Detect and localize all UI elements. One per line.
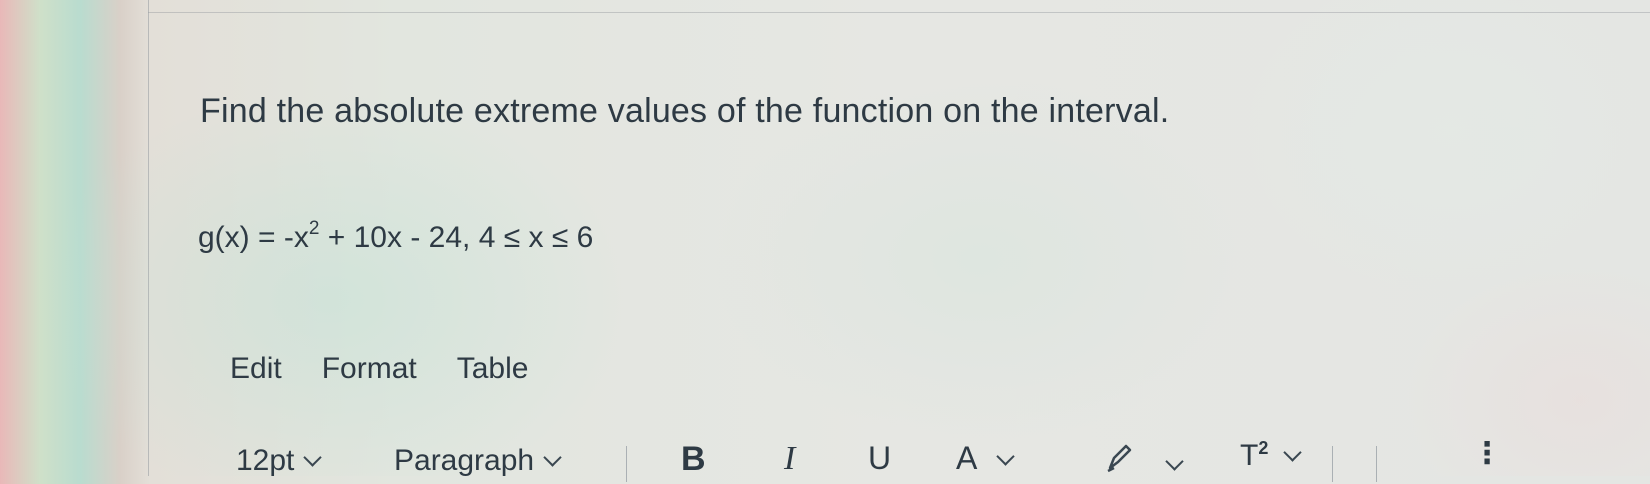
highlight-color-dropdown[interactable] [1104, 438, 1184, 482]
toolbar-divider [1332, 446, 1333, 482]
font-size-dropdown[interactable]: 12pt [236, 444, 323, 478]
chevron-down-icon [996, 447, 1016, 466]
editor-menubar: Edit Format Table [230, 352, 568, 386]
menu-edit[interactable]: Edit [230, 352, 282, 386]
chevron-down-icon [1283, 443, 1303, 462]
chevron-down-icon [1165, 452, 1184, 471]
menu-format[interactable]: Format [322, 352, 417, 386]
text-color-icon: A [956, 440, 978, 476]
superscript-icon-exp: 2 [1258, 438, 1269, 458]
text-color-dropdown[interactable]: A [956, 440, 1016, 477]
question-prompt: Find the absolute extreme values of the … [200, 92, 1170, 130]
toolbar-divider [626, 446, 627, 482]
block-format-dropdown[interactable]: Paragraph [394, 444, 562, 478]
formula-exponent: 2 [308, 218, 320, 239]
question-formula: g(x) = -x2 + 10x - 24, 4 ≤ x ≤ 6 [198, 218, 594, 255]
chevron-down-icon [303, 448, 323, 467]
superscript-dropdown[interactable]: T2 [1240, 438, 1303, 473]
block-format-value: Paragraph [394, 444, 535, 477]
underline-button[interactable]: U [868, 440, 891, 477]
italic-button[interactable]: I [784, 440, 795, 478]
formula-part-after: + 10x - 24, 4 ≤ x ≤ 6 [319, 221, 594, 254]
font-size-value: 12pt [236, 444, 295, 477]
toolbar-divider [1376, 446, 1377, 482]
chevron-down-icon [543, 448, 562, 467]
bold-button[interactable]: B [681, 440, 706, 479]
menu-table[interactable]: Table [457, 352, 529, 386]
superscript-icon-base: T [1240, 439, 1259, 472]
more-options-button[interactable]: ⋮ [1472, 436, 1502, 471]
editor-toolbar: 12pt Paragraph B I U A T2 ⋮ [236, 437, 1650, 484]
formula-part-before: g(x) = -x [198, 221, 309, 254]
highlighter-icon [1107, 444, 1132, 473]
